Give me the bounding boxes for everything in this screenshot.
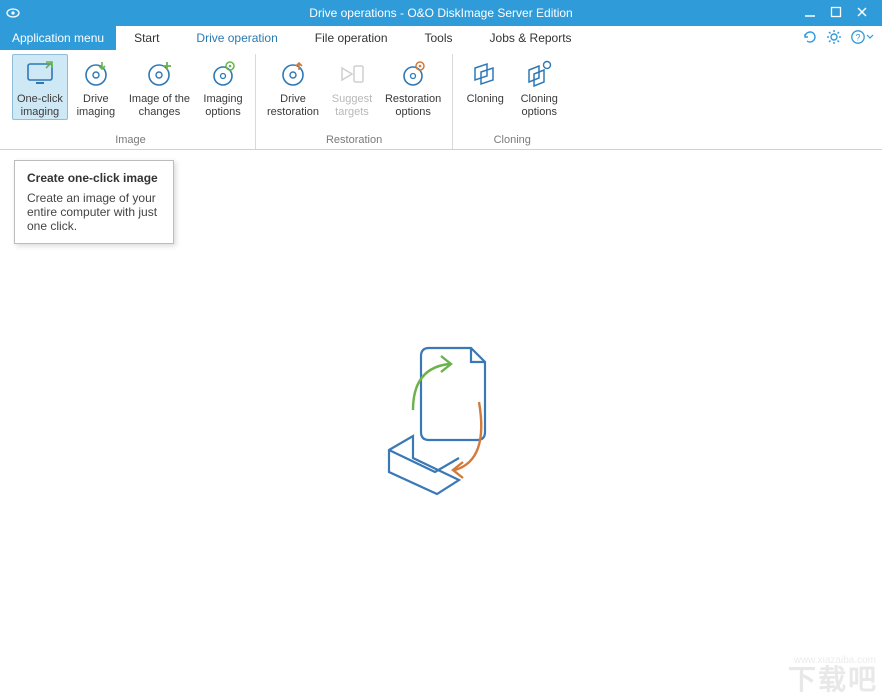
window-title: Drive operations - O&O DiskImage Server … (0, 6, 882, 20)
watermark-text: 下载吧 (788, 658, 878, 698)
one-click-imaging-button[interactable]: One-click imaging (12, 54, 68, 120)
drive-imaging-button[interactable]: Drive imaging (70, 54, 122, 120)
arrow-in-icon (335, 57, 369, 91)
image-of-changes-button[interactable]: Image of the changes (124, 54, 195, 120)
disc-plus-icon (142, 57, 176, 91)
drive-restoration-button[interactable]: Drive restoration (262, 54, 324, 120)
window-controls (804, 5, 882, 21)
ribbon: One-click imaging Drive imaging Image of… (0, 50, 882, 150)
ribbon-item-label: Drive restoration (267, 93, 319, 119)
maximize-button[interactable] (830, 5, 842, 21)
tab-start[interactable]: Start (116, 26, 178, 50)
ribbon-group-label: Image (115, 134, 146, 149)
imaging-options-button[interactable]: Imaging options (197, 54, 249, 120)
monitor-icon (23, 57, 57, 91)
minimize-button[interactable] (804, 5, 816, 21)
ribbon-item-label: Restoration options (385, 93, 441, 119)
ribbon-item-label: One-click imaging (17, 93, 63, 119)
titlebar: Drive operations - O&O DiskImage Server … (0, 0, 882, 26)
ribbon-group-restoration: Drive restoration Suggest targets Restor… (256, 54, 453, 149)
tooltip-title: Create one-click image (27, 171, 161, 185)
ribbon-item-label: Imaging options (203, 93, 242, 119)
restoration-options-button[interactable]: Restoration options (380, 54, 446, 120)
close-button[interactable] (856, 5, 868, 21)
ribbon-item-label: Drive imaging (77, 93, 116, 119)
app-icon (0, 5, 26, 21)
ribbon-group-cloning: Cloning Cloning options Cloning (453, 54, 571, 149)
ribbon-item-label: Image of the changes (129, 93, 190, 119)
help-icon[interactable]: ? (850, 29, 874, 48)
disc-gear-icon (206, 57, 240, 91)
ribbon-item-label: Cloning (467, 93, 504, 106)
settings-icon[interactable] (826, 29, 842, 48)
tab-jobs-reports[interactable]: Jobs & Reports (472, 26, 591, 50)
tab-drive-operation[interactable]: Drive operation (178, 26, 296, 50)
disc-down-icon (79, 57, 113, 91)
menubar: Application menu Start Drive operation F… (0, 26, 882, 50)
tooltip-body: Create an image of your entire computer … (27, 191, 161, 233)
clone-icon (468, 57, 502, 91)
ribbon-group-label: Cloning (494, 134, 531, 149)
ribbon-item-label: Suggest targets (332, 93, 372, 119)
ribbon-group-label: Restoration (326, 134, 382, 149)
tooltip: Create one-click image Create an image o… (14, 160, 174, 244)
suggest-targets-button: Suggest targets (326, 54, 378, 120)
clone-gear-icon (522, 57, 556, 91)
disc-up-icon (276, 57, 310, 91)
disc-gear-restore-icon (396, 57, 430, 91)
svg-text:?: ? (855, 32, 860, 42)
cloning-options-button[interactable]: Cloning options (513, 54, 565, 120)
ribbon-item-label: Cloning options (521, 93, 558, 119)
tab-file-operation[interactable]: File operation (297, 26, 407, 50)
cloning-button[interactable]: Cloning (459, 54, 511, 120)
application-menu-button[interactable]: Application menu (0, 26, 116, 50)
refresh-icon[interactable] (802, 29, 818, 48)
ribbon-group-image: One-click imaging Drive imaging Image of… (6, 54, 256, 149)
menubar-right: ? (794, 26, 882, 50)
tab-tools[interactable]: Tools (407, 26, 472, 50)
center-illustration (351, 340, 531, 510)
